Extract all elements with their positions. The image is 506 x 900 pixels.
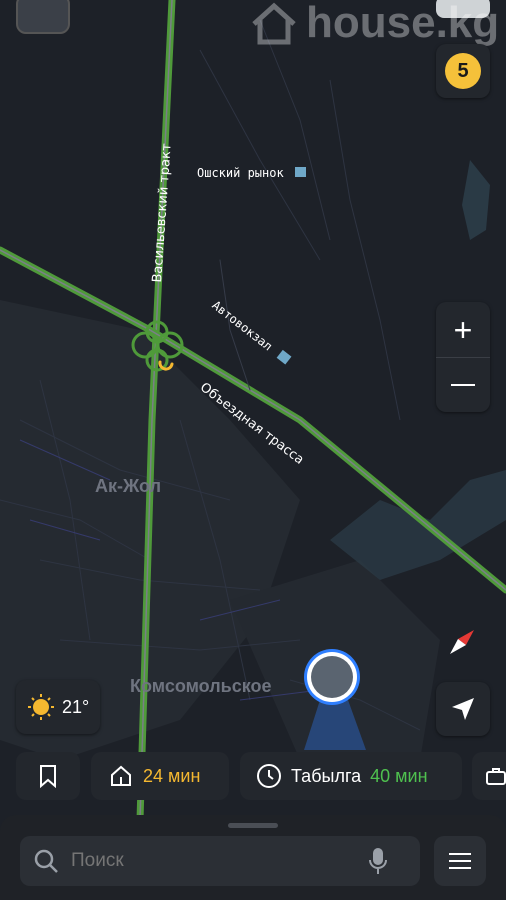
user-avatar [311,656,353,698]
clock-icon [257,764,281,788]
watermark: house.kg [250,0,499,48]
profile-avatar[interactable] [16,0,70,34]
search-icon [34,849,58,873]
microphone-icon[interactable] [369,847,387,875]
destination-time-text: 40 мин [370,765,428,786]
destination-name-text: Табылга [291,765,362,786]
minus-icon [451,384,475,386]
temperature-text: 21° [62,696,90,717]
briefcase-icon [486,768,506,785]
menu-button[interactable] [434,836,486,886]
work-chip[interactable] [472,752,506,800]
bookmark-icon [40,765,56,788]
bus-stop-icon [294,167,306,177]
map-label-osh-market-text: Ошский рынок [197,166,284,180]
district-label-komsomolskoe: Комсомольское [130,676,272,696]
weather-widget[interactable]: 21° [16,680,100,734]
bookmarks-chip[interactable] [16,752,80,800]
plus-icon: + [453,311,473,348]
search-input[interactable] [69,849,363,873]
home-time-text: 24 мин [143,765,201,786]
zoom-out-button[interactable] [436,358,490,412]
destination-chip[interactable]: Табылга 40 мин [240,752,462,800]
compass-icon [450,630,474,654]
bottom-sheet[interactable] [0,815,506,900]
sheet-handle[interactable] [228,823,278,828]
hamburger-icon [449,859,471,863]
user-location-marker[interactable] [307,652,357,702]
count-badge: 5 [445,53,481,89]
sun-icon [28,694,54,720]
home-icon [111,765,131,786]
locate-me-button[interactable] [436,682,490,736]
map-label-osh-market[interactable]: Ошский рынок [197,166,306,180]
zoom-controls: + [436,302,490,412]
home-route-chip[interactable]: 24 мин [91,752,229,800]
zoom-in-button[interactable]: + [436,302,490,357]
notifications-button[interactable]: 5 [436,44,490,98]
district-label-ak-zhol: Ак-Жол [95,476,162,496]
search-bar[interactable] [20,836,420,886]
navigation-arrow-icon [452,698,474,720]
count-badge-text: 5 [457,59,469,82]
watermark-text: house.kg [306,0,500,47]
compass-button[interactable] [440,620,484,664]
house-logo-icon [252,2,296,45]
